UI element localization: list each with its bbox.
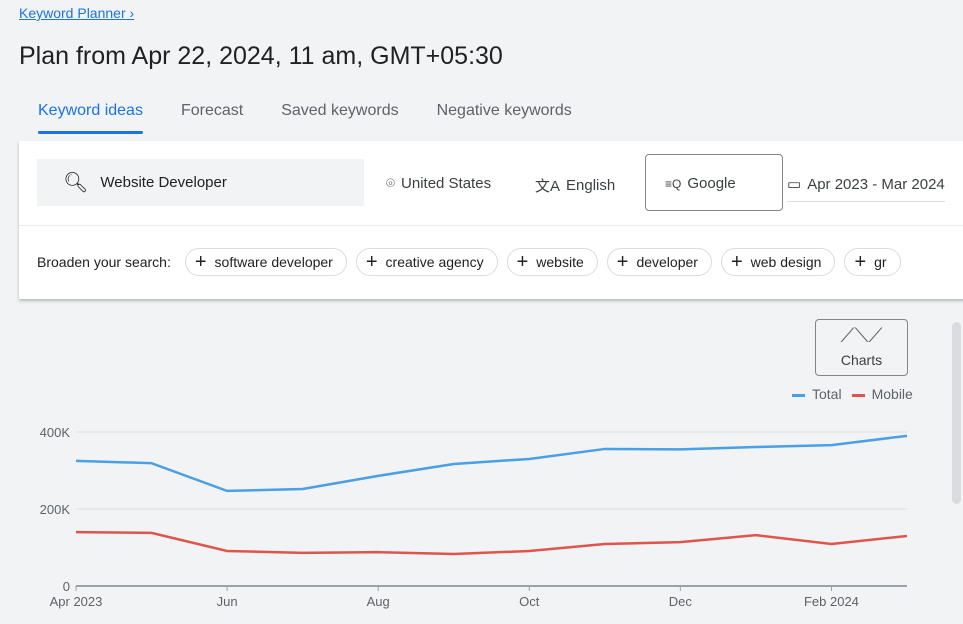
series-line-total — [75, 434, 908, 493]
y-tick-label: 400K — [40, 425, 71, 440]
x-tick-label: Jun — [217, 594, 238, 609]
x-tick-label: Feb 2024 — [804, 594, 859, 609]
line-chart: 0 200K 400K Apr 2023 Jun Aug Oct Dec Feb 2024 — [40, 425, 908, 609]
x-tick-label: Oct — [519, 594, 540, 609]
x-tick-label: Aug — [367, 594, 390, 609]
x-tick-label: Apr 2023 — [50, 594, 103, 609]
series-line-mobile — [75, 530, 908, 556]
y-tick-label: 200K — [40, 502, 71, 517]
y-tick-label: 0 — [63, 579, 70, 594]
x-tick-label: Dec — [669, 594, 693, 609]
